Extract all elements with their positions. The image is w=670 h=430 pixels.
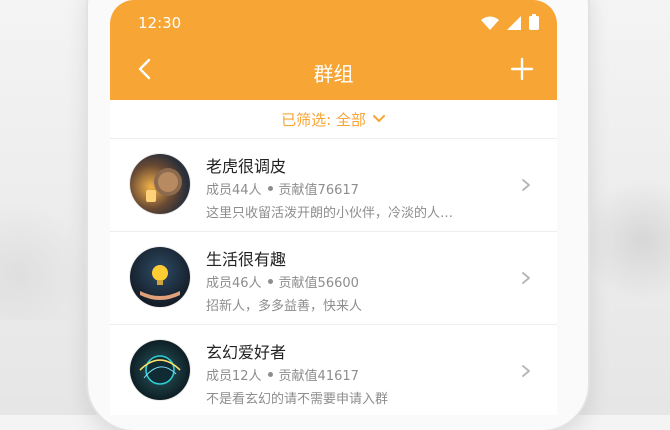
contribution-value: 贡献值41617	[278, 369, 359, 384]
status-bar: 12:30	[110, 0, 557, 44]
group-meta: 成员46人 贡献值56600	[206, 272, 359, 291]
battery-icon	[529, 14, 539, 34]
add-group-button[interactable]	[507, 56, 537, 86]
wifi-icon	[481, 15, 499, 34]
group-description: 招新人，多多益善，快来人	[206, 299, 363, 314]
app-screen: 12:30 群组 已筛选: 全部 老虎很调皮 成员44人 贡献值76617 这里…	[110, 0, 557, 415]
contribution-value: 贡献值76617	[278, 183, 359, 198]
list-item[interactable]: 老虎很调皮 成员44人 贡献值76617 这里只收留活泼开朗的小伙伴，冷淡的人…	[110, 139, 557, 232]
filter-dropdown[interactable]: 已筛选: 全部	[110, 100, 557, 139]
group-meta: 成员12人 贡献值41617	[206, 365, 359, 384]
signal-icon	[507, 15, 521, 34]
group-name: 老虎很调皮	[206, 157, 287, 176]
list-item[interactable]: 生活很有趣 成员46人 贡献值56600 招新人，多多益善，快来人	[110, 232, 557, 325]
member-count: 成员46人	[206, 276, 262, 291]
group-name: 玄幻爱好者	[206, 343, 287, 362]
separator-dot	[267, 279, 273, 284]
avatar-tiger	[130, 154, 190, 214]
chevron-right-icon	[519, 363, 533, 377]
member-count: 成员12人	[206, 369, 262, 384]
separator-dot	[267, 372, 273, 377]
background-ink-wash-right	[580, 180, 670, 300]
plus-icon	[510, 57, 534, 85]
group-list: 老虎很调皮 成员44人 贡献值76617 这里只收留活泼开朗的小伙伴，冷淡的人…	[110, 139, 557, 415]
contribution-value: 贡献值56600	[278, 276, 359, 291]
member-count: 成员44人	[206, 183, 262, 198]
background-ink-wash-left	[0, 200, 90, 320]
avatar-lightbulb	[130, 247, 190, 307]
status-time: 12:30	[138, 14, 182, 32]
chevron-down-icon	[372, 110, 386, 128]
group-description: 这里只收留活泼开朗的小伙伴，冷淡的人…	[206, 206, 454, 221]
group-meta: 成员44人 贡献值76617	[206, 179, 359, 198]
avatar-globe	[130, 340, 190, 400]
list-item[interactable]: 玄幻爱好者 成员12人 贡献值41617 不是看玄幻的请不需要申请入群	[110, 325, 557, 415]
group-description: 不是看玄幻的请不需要申请入群	[206, 392, 389, 407]
group-name: 生活很有趣	[206, 250, 287, 269]
status-icons	[481, 14, 539, 34]
page-title: 群组	[313, 62, 354, 86]
filter-label: 已筛选: 全部	[281, 110, 366, 129]
chevron-right-icon	[519, 177, 533, 191]
app-header: 群组	[110, 44, 557, 100]
separator-dot	[267, 186, 273, 191]
chevron-right-icon	[519, 270, 533, 284]
